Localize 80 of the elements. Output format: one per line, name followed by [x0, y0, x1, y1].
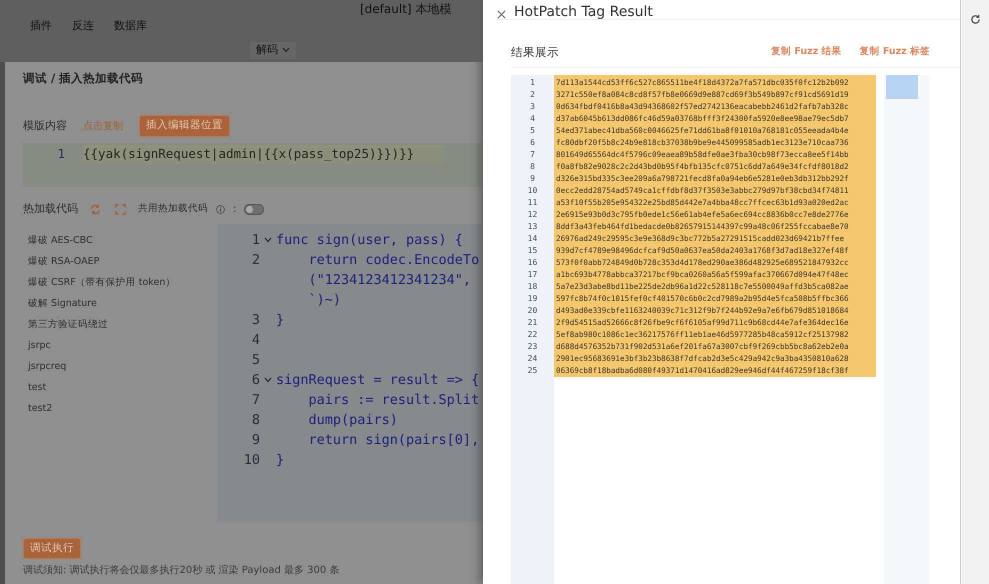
- line-number: 21: [526, 316, 538, 329]
- code-line: func sign(user, pass) {: [276, 230, 463, 250]
- line-number: 4: [529, 112, 536, 125]
- line-number: 8: [529, 160, 536, 173]
- line-number: 1: [529, 76, 536, 89]
- menu-item[interactable]: 反连: [72, 18, 94, 34]
- line-number: 7: [529, 148, 536, 161]
- line-number: 9: [250, 430, 260, 450]
- code-line: `)~): [308, 290, 342, 310]
- close-icon[interactable]: [497, 10, 506, 19]
- drawer-title: HotPatch Tag Result: [514, 4, 653, 19]
- line-number: 2: [529, 88, 536, 101]
- dialog-title: 调试 / 插入热加载代码: [23, 70, 144, 87]
- line-number: 10: [526, 184, 538, 197]
- line-number: 24: [526, 352, 538, 365]
- template-item[interactable]: 爆破 AES-CBC: [23, 230, 218, 250]
- share-label: 共用热加载代码: [138, 202, 208, 216]
- caret-icon: [282, 47, 290, 54]
- hotload-label: 热加载代码: [23, 201, 78, 217]
- line-number: 5: [529, 124, 536, 137]
- code-line: }: [276, 450, 284, 470]
- menu-item[interactable]: 数据库: [114, 18, 147, 34]
- line-number: 22: [526, 328, 538, 341]
- line-number: 1: [250, 230, 260, 250]
- line-number: 13: [526, 220, 538, 233]
- template-item[interactable]: test: [23, 376, 218, 398]
- app-title: [default] 本地模: [360, 1, 452, 18]
- line-number: 19: [526, 292, 538, 305]
- line-number: 9: [529, 172, 536, 185]
- line-number: 7: [250, 390, 260, 410]
- code-line: signRequest = result => {: [276, 370, 480, 390]
- template-item[interactable]: jsrpcreq: [23, 356, 218, 376]
- insert-button[interactable]: 插入编辑器位置: [139, 115, 230, 137]
- template-code-editor[interactable]: 1 {{yak(signRequest|admin|{{x(pass_top25)}})}}: [23, 143, 483, 187]
- line-number: 6: [250, 370, 260, 390]
- code-line: pairs := result.Split: [308, 390, 480, 410]
- line-number: 5: [250, 350, 260, 370]
- line-number: 23: [526, 340, 538, 353]
- template-item[interactable]: 破解 Signature: [23, 292, 218, 314]
- decode-dropdown[interactable]: 解码: [250, 42, 296, 58]
- line-number: 11: [526, 196, 538, 209]
- template-item[interactable]: jsrpc: [23, 334, 218, 356]
- code-line: return codec.EncodeTo: [308, 250, 480, 270]
- line-number: 20: [526, 304, 538, 317]
- code-line: ("1234123412341234",: [308, 270, 472, 290]
- line-number: 3: [529, 100, 536, 113]
- line-number: 25: [526, 364, 538, 377]
- line-number: 2: [250, 250, 260, 270]
- info-icon: [216, 204, 225, 214]
- menu-item[interactable]: 插件: [30, 18, 52, 34]
- code-line: return sign(pairs[0],: [308, 430, 480, 450]
- template-item[interactable]: 第三方验证码绕过: [23, 314, 218, 334]
- copy-link[interactable]: 复制 Fuzz 结果: [771, 45, 842, 60]
- share-toggle[interactable]: [244, 204, 264, 215]
- code-line: }: [276, 310, 284, 330]
- line-number: 8: [250, 410, 260, 430]
- template-item[interactable]: 爆破 CSRF（带有保护用 token）: [23, 272, 218, 292]
- line-number: 3: [250, 310, 260, 330]
- line-number: 16: [526, 256, 538, 269]
- colon-text: :: [233, 202, 236, 217]
- template-item[interactable]: test2: [23, 398, 218, 418]
- line-number: 14: [526, 232, 538, 245]
- line-number: 6: [529, 136, 536, 149]
- fold-chevron-icon[interactable]: [264, 236, 272, 242]
- line-number: 17: [526, 268, 538, 281]
- code-line: dump(pairs): [308, 410, 398, 430]
- line-number: 10: [242, 450, 260, 470]
- template-item[interactable]: 爆破 RSA-OAEP: [23, 250, 218, 272]
- reload-icon[interactable]: [970, 14, 980, 25]
- section-title: 结果展示: [511, 44, 559, 61]
- fold-chevron-icon[interactable]: [264, 376, 272, 382]
- debug-note: 调试须知: 调试执行将会仅最多执行20秒 或 渲染 Payload 最多 300 条: [23, 564, 340, 578]
- copy-link[interactable]: 复制 Fuzz 标签: [860, 45, 930, 60]
- template-label: 模版内容: [23, 118, 67, 134]
- line-number: 18: [526, 280, 538, 293]
- code-editor[interactable]: 1 func sign(user, pass) { 2 return codec.EncodeTo ("1234123412341234", `)~) 3 } 4 5 6 signRequest = result => { 7 pairs := result.Split 8 dump(pairs) 9 return sign(pairs[0], 10 }: [218, 224, 483, 522]
- line-number: 4: [250, 330, 260, 350]
- line-number: 15: [526, 244, 538, 257]
- line-number: 12: [526, 208, 538, 221]
- debug-run-button[interactable]: 调试执行: [23, 538, 81, 560]
